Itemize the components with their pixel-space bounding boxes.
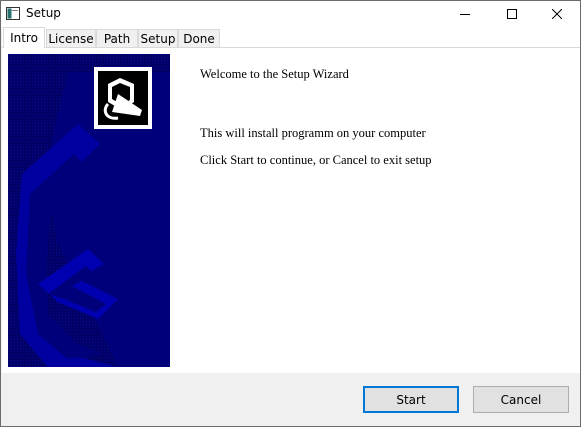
tab-done[interactable]: Done [178,29,220,47]
continue-instructions: Click Start to continue, or Cancel to ex… [200,153,432,167]
tab-setup[interactable]: Setup [138,29,178,47]
close-button[interactable] [534,1,580,27]
tab-intro[interactable]: Intro [3,27,45,48]
intro-panel: Welcome to the Setup Wizard This will in… [2,47,580,373]
close-icon [552,9,562,19]
tab-path[interactable]: Path [96,29,138,47]
window-title: Setup [26,6,61,20]
title-bar[interactable]: Setup [1,1,580,27]
minimize-icon [460,9,470,19]
wizard-banner-image [8,54,170,367]
cancel-button[interactable]: Cancel [473,386,569,413]
maximize-button[interactable] [489,1,535,27]
button-bar: Start Cancel [2,373,580,426]
minimize-button[interactable] [442,1,488,27]
maximize-icon [507,9,517,19]
setup-window: Setup Intro License Path Setup Done Welc… [0,0,581,427]
welcome-heading: Welcome to the Setup Wizard [200,67,349,81]
setup-app-icon [6,7,20,20]
install-description: This will install programm on your compu… [200,126,426,140]
start-button[interactable]: Start [363,386,459,413]
tab-license[interactable]: License [46,29,96,47]
tab-strip: Intro License Path Setup Done [2,27,580,48]
